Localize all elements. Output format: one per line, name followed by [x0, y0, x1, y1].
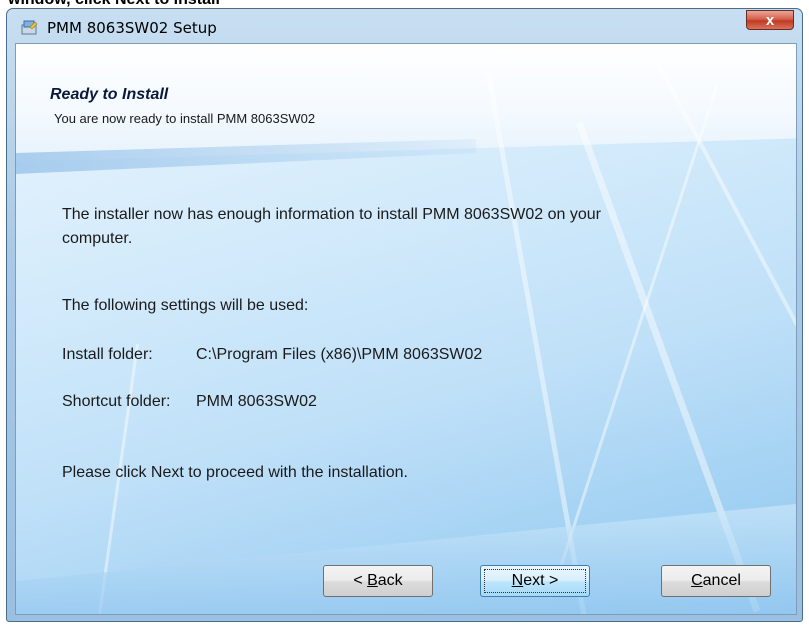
install-folder-label: Install folder:	[62, 346, 153, 363]
next-button-label: Next >	[511, 572, 559, 589]
wizard-content: Ready to Install You are now ready to in…	[15, 43, 797, 615]
back-button[interactable]: < Back	[323, 565, 433, 597]
footer-swoosh	[16, 504, 796, 614]
cancel-button-label: Cancel	[691, 572, 741, 589]
shortcut-folder-value: PMM 8063SW02	[196, 393, 317, 410]
next-button[interactable]: Next >	[480, 565, 590, 597]
page-subtitle: You are now ready to install PMM 8063SW0…	[54, 111, 316, 126]
setup-window: PMM 8063SW02 Setup x Ready to Install Yo…	[6, 8, 803, 622]
info-text-line1: The installer now has enough information…	[62, 206, 601, 223]
installer-app-icon	[21, 20, 38, 35]
close-button[interactable]: x	[746, 10, 794, 30]
info-text-line2: computer.	[62, 230, 133, 247]
page-title: Ready to Install	[50, 86, 169, 103]
close-icon: x	[765, 12, 775, 29]
back-button-label: < Back	[353, 572, 403, 589]
install-folder-value: C:\Program Files (x86)\PMM 8063SW02	[196, 346, 483, 363]
settings-intro: The following settings will be used:	[62, 297, 309, 314]
shortcut-folder-label: Shortcut folder:	[62, 393, 171, 410]
title-bar[interactable]: PMM 8063SW02 Setup x	[7, 9, 802, 39]
window-title: PMM 8063SW02 Setup	[47, 19, 217, 37]
cancel-button[interactable]: Cancel	[661, 565, 771, 597]
proceed-instruction: Please click Next to proceed with the in…	[62, 464, 408, 481]
